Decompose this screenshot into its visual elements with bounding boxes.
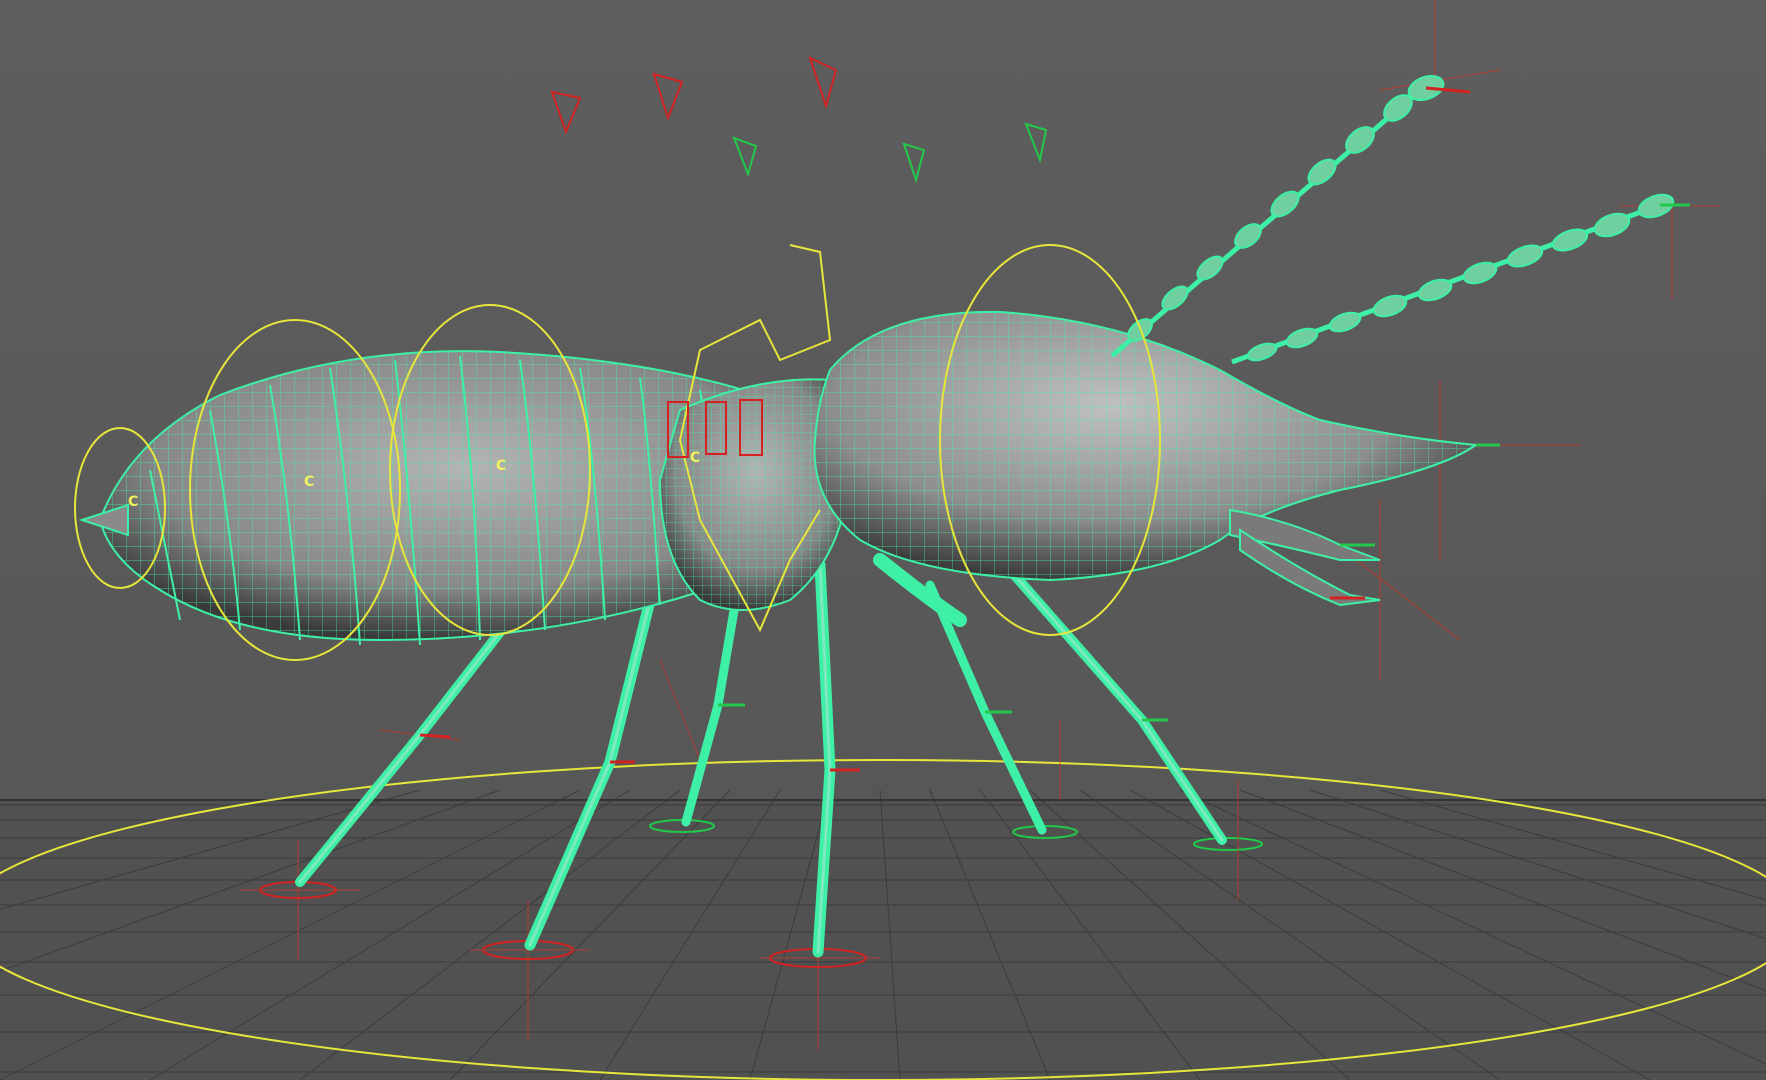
scene-canvas[interactable]: C C C C xyxy=(0,0,1766,1080)
ground-grid xyxy=(0,789,1766,1080)
control-label: C xyxy=(128,494,138,510)
insect-antennae[interactable] xyxy=(1110,72,1676,365)
control-label: C xyxy=(304,474,314,490)
camera-triangle-icon[interactable] xyxy=(550,56,1048,184)
insect-head[interactable] xyxy=(813,310,1479,607)
control-label: C xyxy=(496,458,506,474)
perspective-viewport[interactable]: C C C C xyxy=(0,0,1766,1080)
control-label: C xyxy=(690,450,700,466)
